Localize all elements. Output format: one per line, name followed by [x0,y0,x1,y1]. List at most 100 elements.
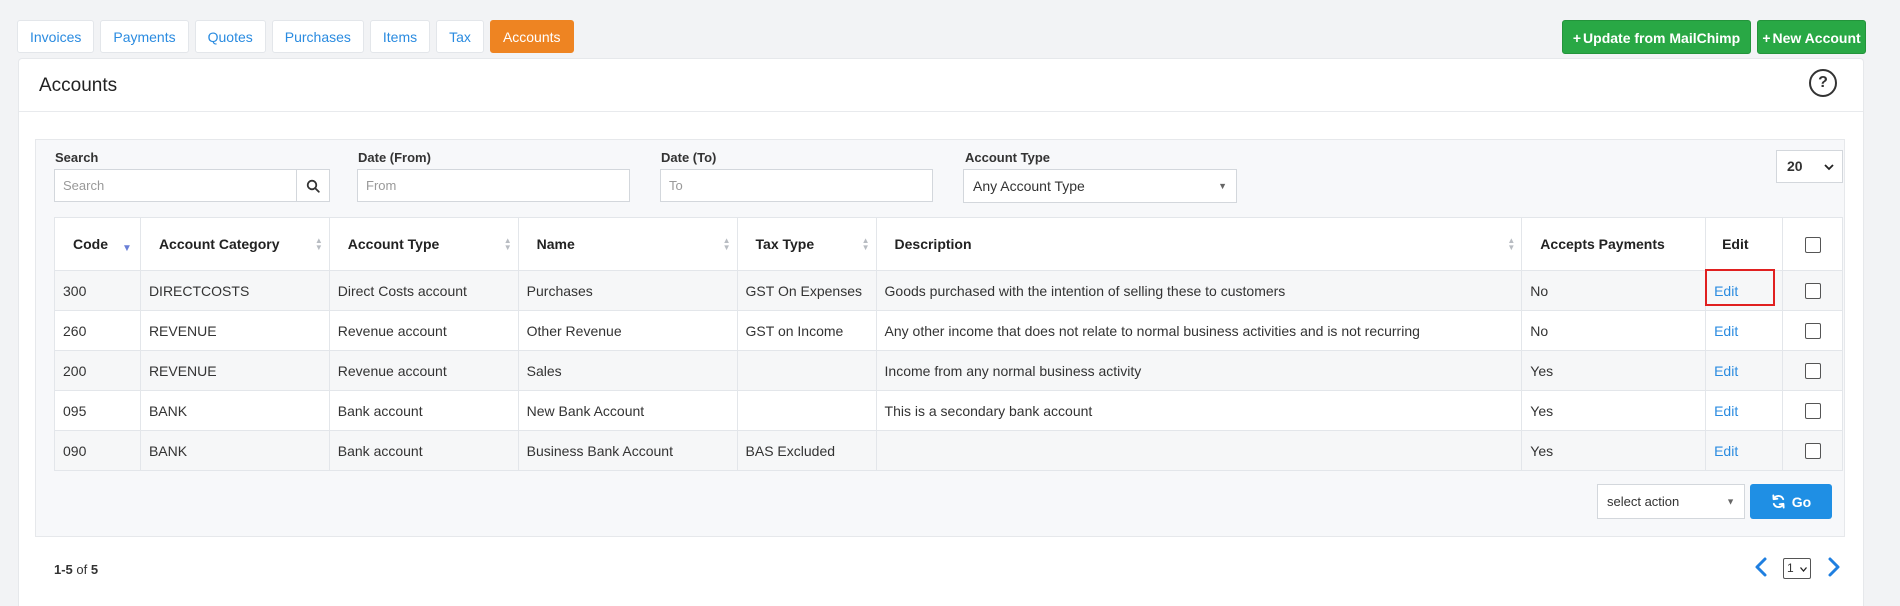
cell-code: 090 [54,430,141,471]
sort-icon: ▲ ▼ [861,236,870,252]
date-from-label: Date (From) [358,150,431,165]
cell-tax-type [736,390,877,431]
edit-link[interactable]: Edit [1714,283,1738,299]
sort-icon: ▲ ▼ [503,236,512,252]
row-checkbox-cell [1782,390,1843,431]
new-account-label: New Account [1772,30,1861,46]
cell-description [875,430,1523,471]
cell-description: This is a secondary bank account [875,390,1523,431]
tab-quotes[interactable]: Quotes [194,20,266,53]
page-select[interactable]: 1 [1783,558,1811,579]
cell-name: Other Revenue [517,310,738,351]
tab-accounts[interactable]: Accounts [489,20,574,53]
cell-account-category: DIRECTCOSTS [139,270,330,311]
cell-description: Any other income that does not relate to… [875,310,1523,351]
sort-descending-icon: ▼ [122,243,132,254]
edit-link[interactable]: Edit [1714,323,1738,339]
column-header-accepts-payments[interactable]: Accepts Payments [1521,217,1707,271]
column-header-label: Tax Type [755,236,815,252]
tab-payments[interactable]: Payments [100,20,189,53]
page-size-select[interactable]: 20 [1776,150,1843,183]
tab-items[interactable]: Items [369,20,431,53]
select-all-checkbox[interactable] [1804,236,1821,253]
page-size-value: 20 [1787,158,1803,174]
cell-account-category: REVENUE [139,350,330,391]
bulk-action-select[interactable]: select action ▼ [1597,484,1745,519]
row-checkbox[interactable] [1804,323,1821,340]
bulk-action-value: select action [1607,494,1680,509]
help-icon[interactable]: ? [1809,69,1837,97]
edit-cell: Edit [1705,270,1784,311]
cell-account-type: Bank account [328,390,519,431]
column-header-name[interactable]: Name ▲ ▼ [517,217,738,271]
edit-link[interactable]: Edit [1714,363,1738,379]
chevron-down-icon [1824,164,1834,171]
column-header-label: Edit [1722,236,1749,252]
date-from-input[interactable]: From [357,169,630,202]
cell-description: Income from any normal business activity [875,350,1523,391]
go-button[interactable]: Go [1750,484,1832,519]
table-row: 300 DIRECTCOSTS Direct Costs account Pur… [54,270,1843,311]
row-checkbox[interactable] [1804,403,1821,420]
divider [19,111,1863,112]
edit-cell: Edit [1705,350,1784,391]
edit-link[interactable]: Edit [1714,443,1738,459]
cell-accepts-payments: No [1521,270,1707,311]
cell-account-type: Revenue account [328,310,519,351]
edit-link[interactable]: Edit [1714,403,1738,419]
cell-code: 095 [54,390,141,431]
date-to-input[interactable]: To [660,169,933,202]
tab-invoices[interactable]: Invoices [17,20,95,53]
next-page-button[interactable] [1826,556,1842,583]
row-checkbox[interactable] [1804,363,1821,380]
sort-icon: ▲ ▼ [1507,236,1516,252]
date-to-label: Date (To) [661,150,717,165]
cell-account-type: Direct Costs account [328,270,519,311]
cell-name: Sales [517,350,738,391]
column-header-account-type[interactable]: Account Type ▲ ▼ [328,217,519,271]
column-header-tax-type[interactable]: Tax Type ▲ ▼ [736,217,877,271]
refresh-icon [1772,494,1785,509]
tab-tax[interactable]: Tax [436,20,484,53]
row-checkbox[interactable] [1804,443,1821,460]
caret-down-icon: ▼ [1218,181,1227,191]
cell-accepts-payments: No [1521,310,1707,351]
column-header-label: Name [536,236,575,252]
cell-tax-type [736,350,877,391]
cell-name: Business Bank Account [517,430,738,471]
tab-purchases[interactable]: Purchases [271,20,364,53]
column-header-label: Code [73,236,108,252]
update-from-mailchimp-button[interactable]: + Update from MailChimp [1562,20,1751,54]
column-header-description[interactable]: Description ▲ ▼ [875,217,1523,271]
account-type-value: Any Account Type [973,178,1085,194]
plus-icon: + [1572,30,1582,46]
chevron-right-icon [1828,557,1840,577]
search-button[interactable] [296,169,330,202]
cell-accepts-payments: Yes [1521,350,1707,391]
row-checkbox[interactable] [1804,283,1821,300]
cell-name: New Bank Account [517,390,738,431]
pagination-range: 1-5 [54,562,73,577]
go-label: Go [1791,493,1812,510]
row-checkbox-cell [1782,430,1843,471]
row-checkbox-cell [1782,270,1843,311]
row-checkbox-cell [1782,310,1843,351]
cell-account-category: REVENUE [139,310,330,351]
new-account-button[interactable]: + New Account [1757,20,1866,54]
column-header-code[interactable]: Code ▼ [54,217,141,271]
table-row: 200 REVENUE Revenue account Sales Income… [54,350,1843,391]
column-header-account-category[interactable]: Account Category ▲ ▼ [139,217,330,271]
column-header-label: Description [894,236,972,252]
previous-page-button[interactable] [1753,556,1769,583]
table-header-row: Code ▼ Account Category ▲ ▼ Account Type ▲ ▼ … [54,217,1843,271]
search-input[interactable]: Search [54,169,297,202]
page-title: Accounts [39,75,118,96]
account-type-label: Account Type [965,150,1050,165]
cell-tax-type: BAS Excluded [736,430,877,471]
chevron-left-icon [1755,557,1767,577]
update-from-mailchimp-label: Update from MailChimp [1583,30,1741,46]
account-type-select[interactable]: Any Account Type ▼ [963,169,1237,203]
pagination-summary: 1-5 of 5 [54,562,98,577]
caret-down-icon: ▼ [1726,496,1735,506]
column-header-edit: Edit [1705,217,1784,271]
